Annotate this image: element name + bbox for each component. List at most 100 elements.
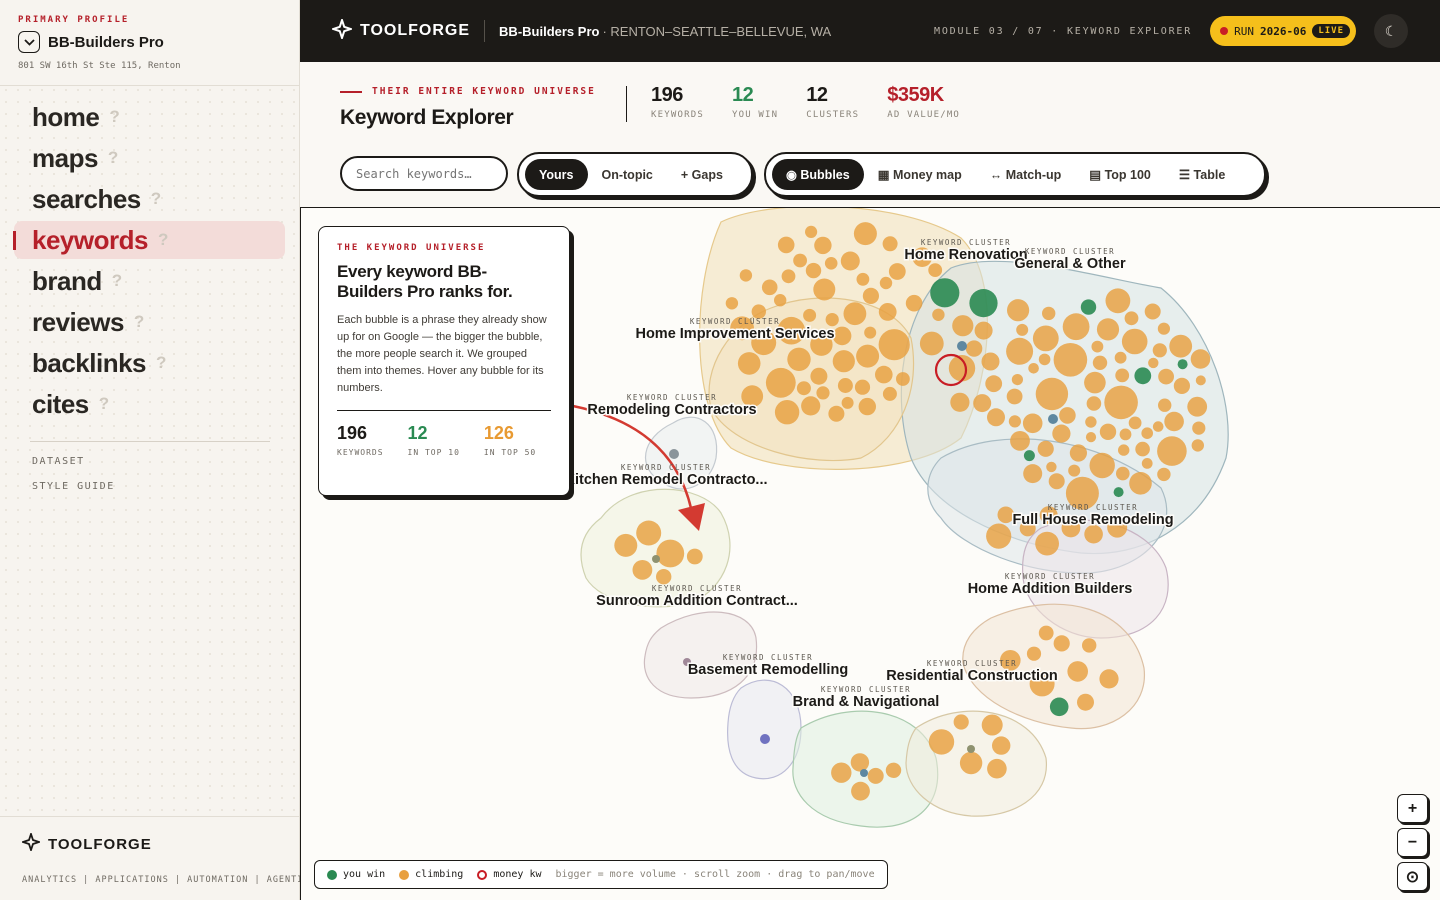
keyword-bubble-climbing[interactable] (1026, 646, 1042, 661)
filter-yours[interactable]: Yours (525, 159, 588, 190)
keyword-bubble-climbing[interactable] (882, 386, 897, 401)
keyword-bubble-climbing[interactable] (905, 294, 923, 312)
help-icon[interactable]: ? (99, 394, 109, 414)
sidebar-item-searches[interactable]: searches? (14, 180, 285, 218)
keyword-bubble-unranked[interactable] (652, 555, 660, 563)
keyword-bubble-win[interactable] (1023, 450, 1035, 462)
help-icon[interactable]: ? (158, 230, 168, 250)
keyword-bubble-climbing[interactable] (632, 560, 653, 580)
keyword-bubble-climbing[interactable] (614, 533, 638, 557)
keyword-bubble-climbing[interactable] (781, 269, 796, 284)
keyword-bubble-climbing[interactable] (1084, 371, 1106, 394)
keyword-bubble-climbing[interactable] (837, 378, 853, 393)
keyword-bubble-climbing[interactable] (853, 222, 877, 246)
keyword-bubble-climbing[interactable] (1144, 303, 1161, 320)
keyword-bubble-climbing[interactable] (1099, 669, 1119, 689)
keyword-bubble-climbing[interactable] (1092, 355, 1108, 370)
keyword-bubble-climbing[interactable] (959, 751, 983, 775)
keyword-bubble-climbing[interactable] (1105, 288, 1131, 314)
keyword-bubble-climbing[interactable] (1104, 385, 1138, 420)
keyword-bubble-climbing[interactable] (1042, 306, 1056, 321)
filter-gaps[interactable]: + Gaps (667, 159, 737, 190)
profile-switcher[interactable]: PRIMARY PROFILE BB-Builders Pro 801 SW 1… (0, 0, 299, 86)
keyword-bubble-climbing[interactable] (1157, 467, 1171, 482)
keyword-bubble-unranked[interactable] (860, 769, 868, 777)
keyword-bubble-win[interactable] (969, 289, 998, 318)
keyword-bubble-climbing[interactable] (987, 758, 1007, 779)
keyword-bubble-climbing[interactable] (1052, 424, 1071, 443)
keyword-bubble-climbing[interactable] (832, 350, 855, 373)
keyword-bubble-climbing[interactable] (1077, 693, 1094, 711)
keyword-bubble-climbing[interactable] (1032, 325, 1059, 352)
keyword-bubble-climbing[interactable] (1028, 363, 1039, 374)
keyword-bubble-climbing[interactable] (928, 263, 943, 277)
keyword-bubble-climbing[interactable] (810, 367, 828, 385)
sidebar-link-style-guide[interactable]: STYLE GUIDE (32, 481, 299, 492)
keyword-bubble-climbing[interactable] (1158, 398, 1172, 412)
chevron-down-icon[interactable] (18, 31, 40, 53)
keyword-bubble-win[interactable] (1113, 487, 1124, 498)
reset-view-button[interactable]: ⊙ (1397, 862, 1428, 891)
keyword-bubble-climbing[interactable] (1114, 351, 1127, 364)
keyword-bubble-climbing[interactable] (1169, 334, 1193, 358)
sidebar-item-brand[interactable]: brand? (14, 262, 285, 300)
keyword-bubble-climbing[interactable] (1053, 635, 1070, 652)
keyword-bubble-climbing[interactable] (1086, 396, 1102, 411)
keyword-bubble-climbing[interactable] (805, 225, 818, 238)
keyword-bubble-climbing[interactable] (805, 262, 822, 279)
keyword-bubble-win[interactable] (930, 278, 960, 308)
keyword-bubble-climbing[interactable] (1124, 311, 1139, 326)
help-icon[interactable]: ? (156, 353, 166, 373)
keyword-bubble-climbing[interactable] (1121, 328, 1148, 355)
keyword-bubble-climbing[interactable] (1096, 318, 1120, 341)
theme-toggle-moon-icon[interactable]: ☾ (1374, 14, 1408, 48)
keyword-bubble-climbing[interactable] (1192, 421, 1206, 435)
keyword-bubble-climbing[interactable] (793, 253, 807, 268)
keyword-bubble-climbing[interactable] (1195, 375, 1206, 386)
keyword-bubble-climbing[interactable] (824, 257, 838, 270)
keyword-bubble-climbing[interactable] (686, 548, 703, 565)
keyword-bubble-climbing[interactable] (814, 236, 832, 255)
sidebar-item-backlinks[interactable]: backlinks? (14, 344, 285, 382)
keyword-bubble-climbing[interactable] (885, 762, 902, 778)
keyword-bubble-climbing[interactable] (1035, 531, 1059, 556)
keyword-bubble-climbing[interactable] (787, 347, 811, 371)
view-bubbles[interactable]: ◉ Bubbles (772, 159, 864, 190)
filter-on-topic[interactable]: On-topic (588, 159, 667, 190)
keyword-bubble-climbing[interactable] (1157, 436, 1187, 466)
sidebar-item-home[interactable]: home? (14, 98, 285, 136)
keyword-bubble-climbing[interactable] (965, 340, 983, 357)
keyword-bubble-climbing[interactable] (879, 276, 893, 290)
view-table[interactable]: ☰ Table (1165, 159, 1239, 190)
keyword-bubble-climbing[interactable] (851, 781, 870, 801)
keyword-bubble-climbing[interactable] (796, 381, 811, 396)
keyword-bubble-climbing[interactable] (1135, 441, 1150, 457)
keyword-bubble-climbing[interactable] (878, 303, 897, 321)
keyword-bubble-climbing[interactable] (813, 278, 836, 301)
keyword-bubble-climbing[interactable] (1158, 368, 1174, 385)
keyword-bubble-climbing[interactable] (981, 714, 1003, 736)
keyword-bubble-climbing[interactable] (1010, 431, 1030, 451)
app-brand[interactable]: TOOLFORGE (329, 16, 470, 44)
keyword-bubble-climbing[interactable] (1091, 340, 1104, 353)
keyword-bubble-climbing[interactable] (854, 379, 871, 395)
keyword-bubble-climbing[interactable] (1118, 444, 1130, 456)
keyword-bubble-climbing[interactable] (1037, 440, 1054, 457)
sidebar-item-reviews[interactable]: reviews? (14, 303, 285, 341)
keyword-bubble-climbing[interactable] (850, 753, 870, 772)
keyword-bubble-climbing[interactable] (636, 520, 662, 546)
keyword-bubble-climbing[interactable] (1116, 466, 1130, 481)
keyword-bubble-climbing[interactable] (1129, 472, 1152, 495)
keyword-bubble-climbing[interactable] (896, 372, 910, 386)
help-icon[interactable]: ? (112, 271, 122, 291)
help-icon[interactable]: ? (108, 148, 118, 168)
cluster-label[interactable]: KEYWORD CLUSTERGeneral & Other (1013, 247, 1128, 274)
help-icon[interactable]: ? (134, 312, 144, 332)
keyword-bubble-climbing[interactable] (832, 326, 852, 346)
keyword-bubble-climbing[interactable] (765, 367, 796, 398)
keyword-bubble-climbing[interactable] (843, 302, 867, 326)
keyword-bubble-climbing[interactable] (1046, 461, 1057, 473)
keyword-bubble-climbing[interactable] (987, 408, 1005, 427)
cluster-label[interactable]: KEYWORD CLUSTERHome Renovation (903, 238, 1029, 265)
keyword-bubble-climbing[interactable] (888, 263, 906, 280)
